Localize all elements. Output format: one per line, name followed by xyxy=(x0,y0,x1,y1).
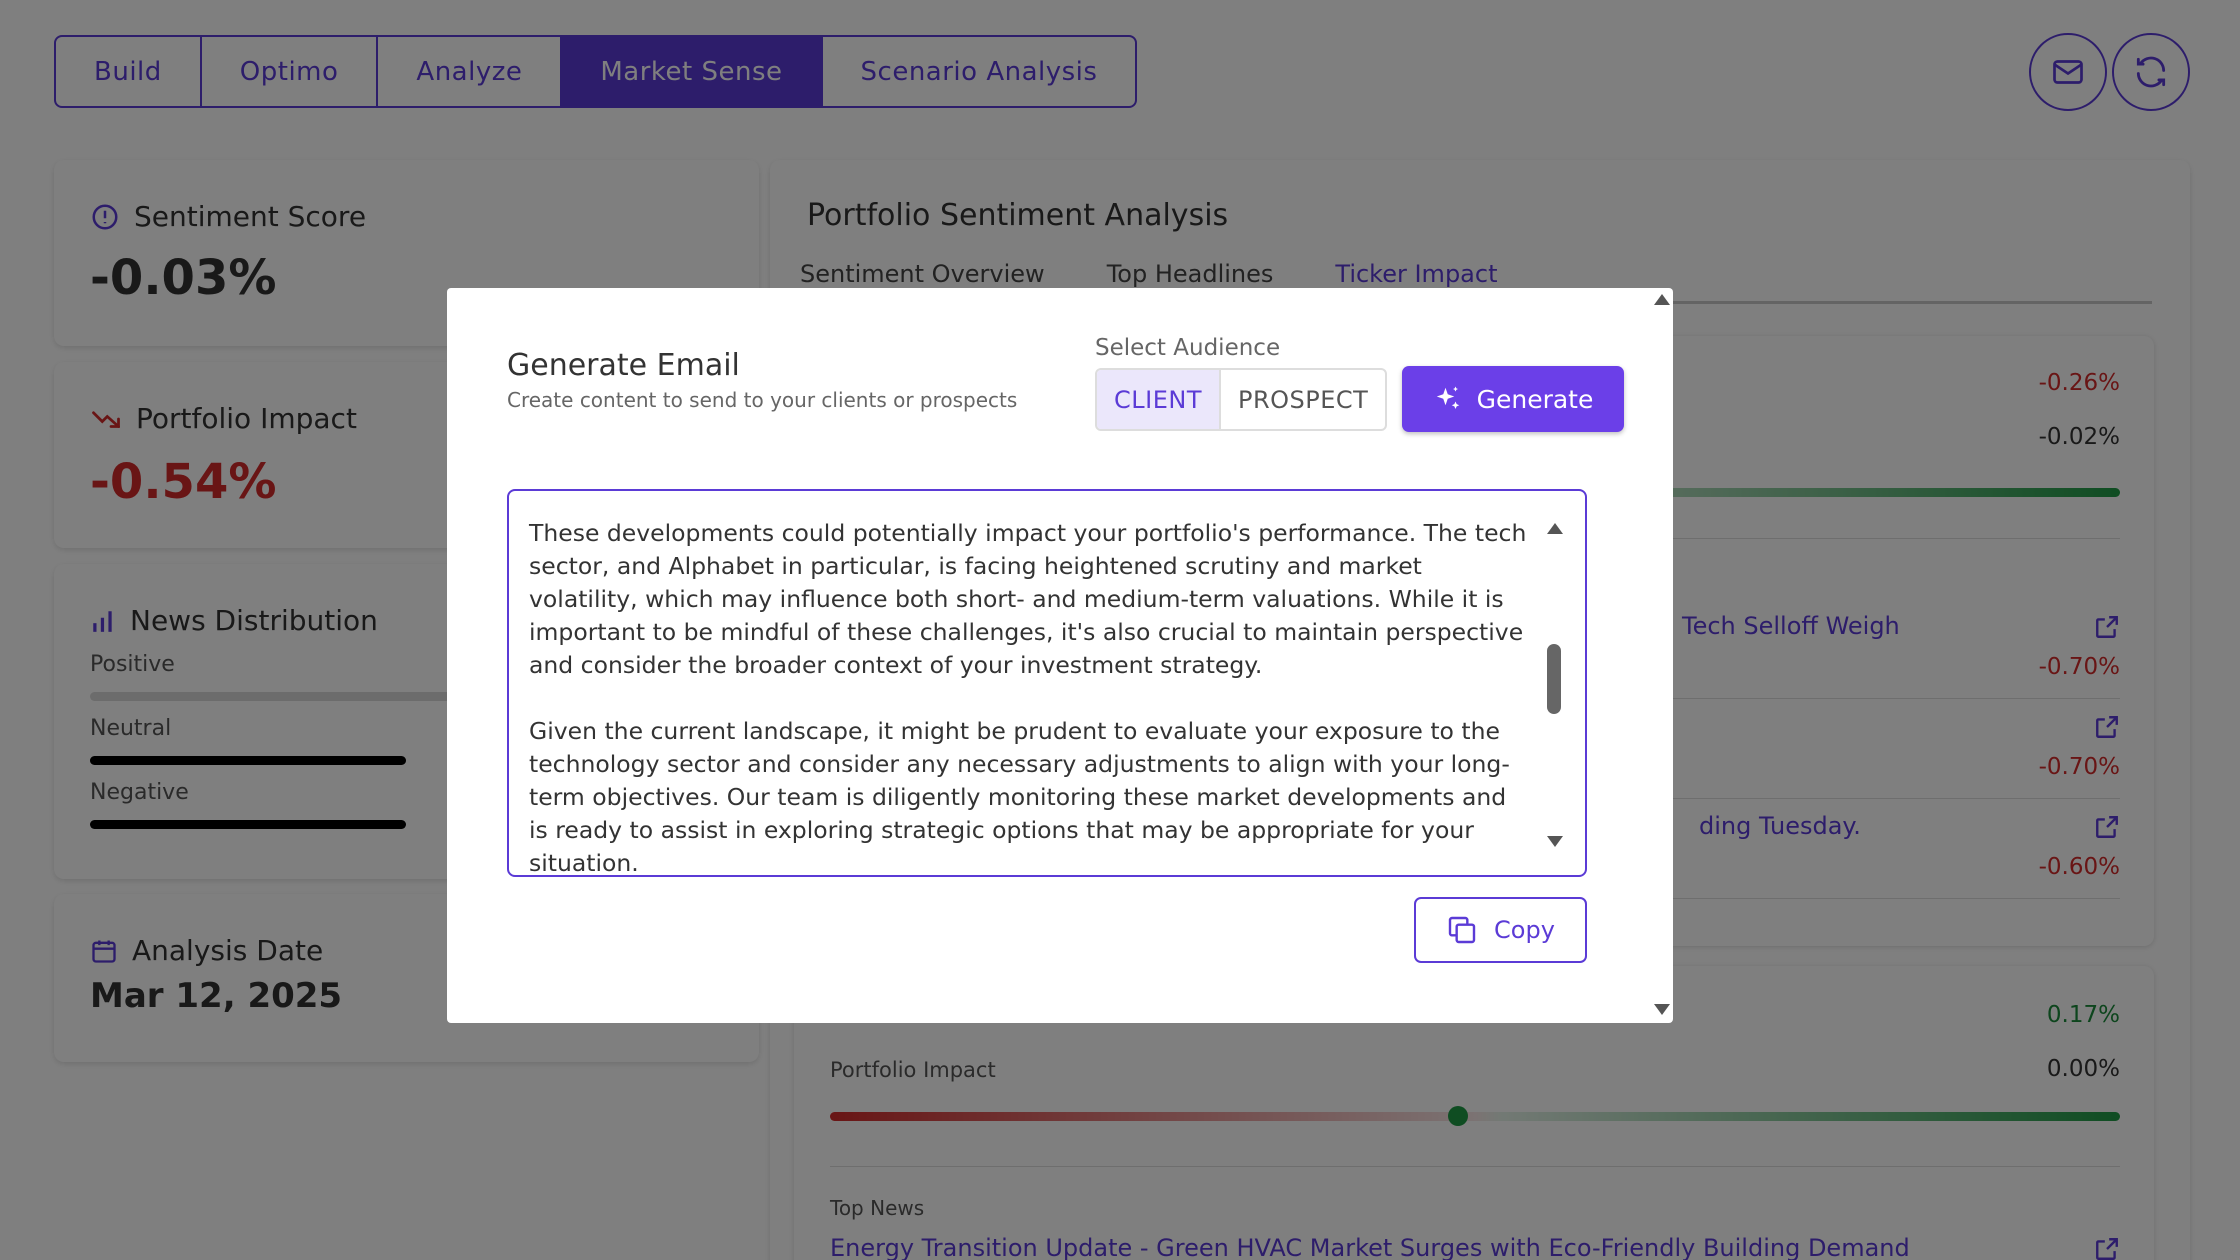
audience-toggle: CLIENT PROSPECT xyxy=(1095,368,1388,431)
generate-label: Generate xyxy=(1476,384,1594,414)
modal-title: Generate Email xyxy=(507,348,740,383)
scrollbar-thumb[interactable] xyxy=(1547,644,1561,714)
audience-label: Select Audience xyxy=(1095,335,1281,361)
generate-button[interactable]: Generate xyxy=(1402,366,1624,432)
modal-scroll-up-arrow[interactable] xyxy=(1654,294,1670,305)
modal-scroll-down-arrow[interactable] xyxy=(1654,1004,1670,1015)
scroll-up-arrow[interactable] xyxy=(1547,523,1563,534)
scroll-down-arrow[interactable] xyxy=(1547,836,1563,847)
modal-subtitle: Create content to send to your clients o… xyxy=(507,388,1018,412)
email-paragraph: Given the current landscape, it might be… xyxy=(529,717,1510,877)
copy-label: Copy xyxy=(1494,916,1555,944)
email-paragraph: These developments could potentially imp… xyxy=(529,519,1527,679)
generate-email-modal: Generate Email Create content to send to… xyxy=(447,288,1673,1023)
copy-icon xyxy=(1448,916,1476,944)
audience-client-button[interactable]: CLIENT xyxy=(1097,370,1221,429)
audience-prospect-button[interactable]: PROSPECT xyxy=(1221,370,1385,429)
email-content-textarea[interactable]: These developments could potentially imp… xyxy=(507,489,1587,877)
sparkles-icon xyxy=(1436,386,1459,409)
email-content: These developments could potentially imp… xyxy=(529,517,1529,877)
copy-button[interactable]: Copy xyxy=(1414,897,1587,963)
